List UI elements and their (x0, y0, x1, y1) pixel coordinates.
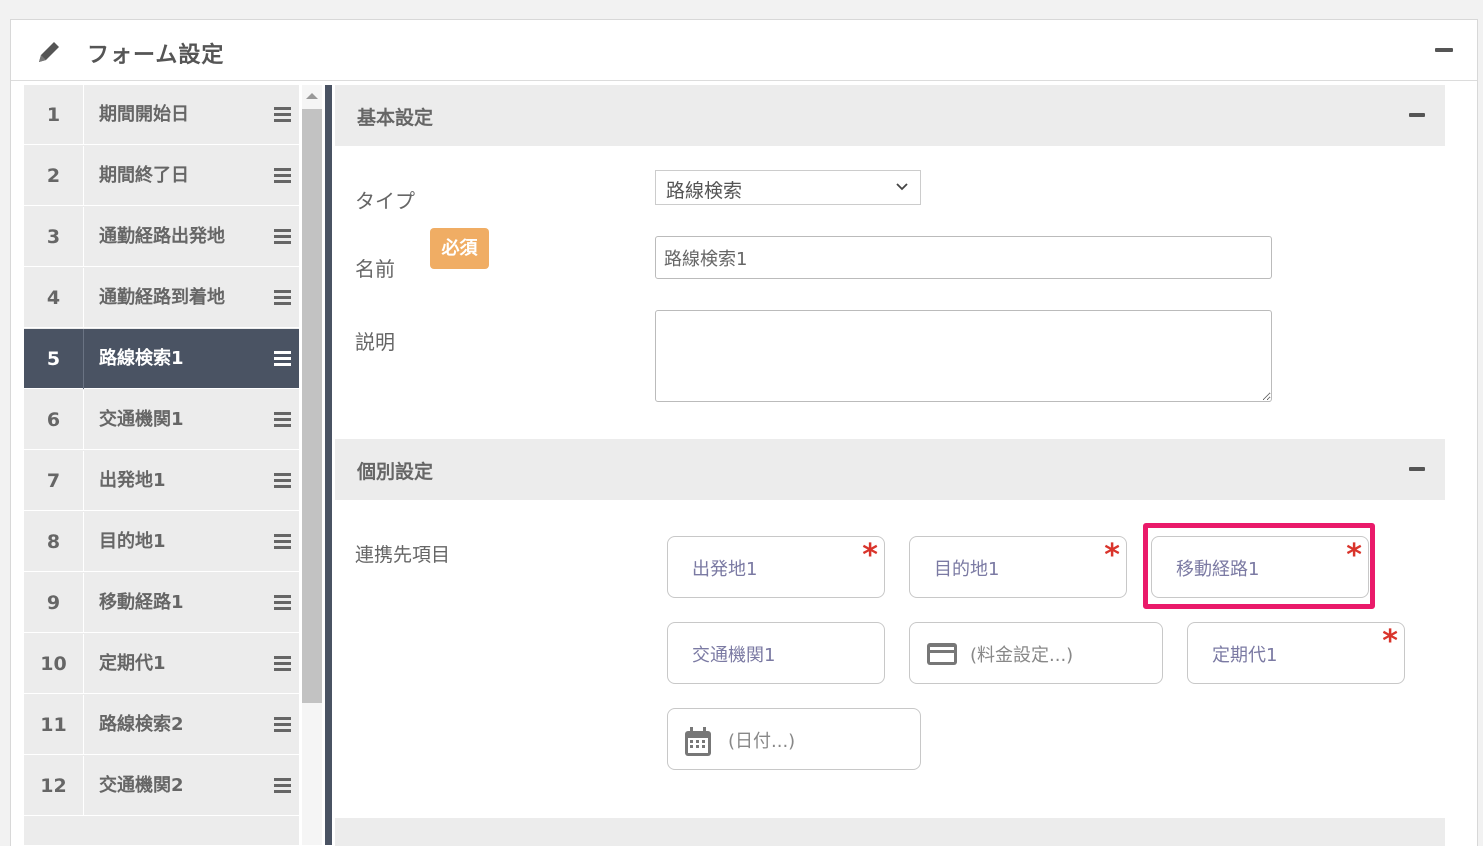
drag-handle-icon[interactable] (274, 778, 291, 793)
list-item[interactable]: 1 期間開始日 (24, 85, 299, 145)
section-title: 個別設定 (357, 461, 434, 483)
chip-label: 目的地1 (934, 559, 1000, 580)
list-item-number: 3 (24, 207, 84, 267)
chip-label: (日付...) (728, 731, 796, 752)
collapse-icon[interactable] (1409, 113, 1425, 117)
list-item-label: 移動経路1 (99, 592, 184, 613)
list-item[interactable]: 4 通勤経路到着地 (24, 268, 299, 328)
list-item-label: 期間開始日 (99, 104, 189, 125)
credit-card-icon (927, 643, 957, 665)
list-item[interactable]: 12 交通機関2 (24, 756, 299, 816)
panel-title: フォーム設定 (87, 43, 225, 68)
list-item[interactable]: 6 交通機関1 (24, 390, 299, 450)
description-textarea[interactable] (655, 310, 1272, 402)
next-section-header (335, 818, 1445, 846)
drag-handle-icon[interactable] (274, 473, 291, 488)
section-title: 基本設定 (357, 107, 434, 129)
link-chip-commuter-fare[interactable]: 定期代1 * (1187, 622, 1405, 684)
drag-handle-icon[interactable] (274, 229, 291, 244)
list-item-number: 10 (24, 634, 84, 694)
list-item-label: 期間終了日 (99, 165, 189, 186)
collapse-icon[interactable] (1409, 467, 1425, 471)
list-item-label: 交通機関2 (99, 775, 184, 796)
drag-handle-icon[interactable] (274, 656, 291, 671)
list-item[interactable]: 10 定期代1 (24, 634, 299, 694)
name-input[interactable] (655, 236, 1272, 279)
list-item-number: 11 (24, 695, 84, 755)
required-badge: 必須 (430, 228, 489, 269)
link-target-label: 連携先項目 (355, 544, 451, 566)
field-list: 1 期間開始日 2 期間終了日 3 通勤経路出発地 4 通勤経路到着地 5 路線… (24, 85, 299, 845)
list-item-label: 目的地1 (99, 531, 166, 552)
list-item-number: 6 (24, 390, 84, 450)
list-item-number: 9 (24, 573, 84, 633)
drag-handle-icon[interactable] (274, 168, 291, 183)
list-item-number: 8 (24, 512, 84, 572)
drag-handle-icon[interactable] (274, 290, 291, 305)
drag-handle-icon[interactable] (274, 717, 291, 732)
list-item-number: 5 (24, 329, 84, 389)
list-item-active[interactable]: 5 路線検索1 (24, 329, 299, 389)
panel-header: フォーム設定 (11, 20, 1477, 81)
list-item-number: 7 (24, 451, 84, 511)
chip-label: 出発地1 (692, 559, 758, 580)
type-label: タイプ (355, 189, 415, 213)
list-item-label: 出発地1 (99, 470, 166, 491)
chip-label: 定期代1 (1212, 645, 1278, 666)
active-item-indicator-bar (325, 85, 332, 845)
scroll-thumb[interactable] (302, 109, 322, 703)
chip-label: 移動経路1 (1176, 559, 1260, 580)
drag-handle-icon[interactable] (274, 107, 291, 122)
link-chip-date[interactable]: (日付...) (667, 708, 921, 770)
list-item-label: 路線検索2 (99, 714, 184, 735)
type-select[interactable]: 路線検索 (655, 170, 921, 205)
list-item-label: 路線検索1 (99, 348, 184, 369)
list-item-label: 通勤経路到着地 (99, 287, 225, 308)
required-asterisk: * (862, 538, 878, 573)
link-chip-route[interactable]: 移動経路1 * (1151, 536, 1369, 598)
link-chip-departure[interactable]: 出発地1 * (667, 536, 885, 598)
list-item-label: 通勤経路出発地 (99, 226, 225, 247)
list-item-number: 4 (24, 268, 84, 328)
calendar-icon (685, 727, 711, 756)
link-chip-destination[interactable]: 目的地1 * (909, 536, 1127, 598)
list-item-number: 2 (24, 146, 84, 206)
list-item[interactable]: 2 期間終了日 (24, 146, 299, 206)
list-item[interactable]: 3 通勤経路出発地 (24, 207, 299, 267)
description-label: 説明 (355, 330, 395, 354)
list-item-label: 交通機関1 (99, 409, 184, 430)
chip-label: 交通機関1 (692, 645, 776, 666)
list-item[interactable]: 8 目的地1 (24, 512, 299, 572)
basic-settings-header[interactable]: 基本設定 (335, 85, 1445, 146)
name-label: 名前 (355, 257, 395, 281)
chevron-down-icon (896, 183, 908, 191)
required-asterisk: * (1346, 538, 1362, 573)
drag-handle-icon[interactable] (274, 534, 291, 549)
link-chip-transport[interactable]: 交通機関1 (667, 622, 885, 684)
link-chip-fare-setting[interactable]: (料金設定...) (909, 622, 1163, 684)
required-asterisk: * (1104, 538, 1120, 573)
drag-handle-icon[interactable] (274, 412, 291, 427)
drag-handle-icon[interactable] (274, 351, 291, 366)
list-item-number: 12 (24, 756, 84, 816)
type-select-value: 路線検索 (666, 180, 743, 202)
pencil-icon (39, 42, 59, 62)
scroll-up-arrow-icon[interactable] (306, 93, 318, 99)
chip-label: (料金設定...) (970, 645, 1074, 666)
panel-collapse-button[interactable] (1435, 48, 1453, 52)
list-item[interactable]: 7 出発地1 (24, 451, 299, 511)
drag-handle-icon[interactable] (274, 595, 291, 610)
list-item-number: 1 (24, 85, 84, 145)
list-item-label: 定期代1 (99, 653, 166, 674)
list-scrollbar[interactable] (302, 85, 322, 845)
list-item[interactable]: 9 移動経路1 (24, 573, 299, 633)
required-asterisk: * (1382, 624, 1398, 659)
list-item[interactable]: 11 路線検索2 (24, 695, 299, 755)
individual-settings-header[interactable]: 個別設定 (335, 439, 1445, 500)
